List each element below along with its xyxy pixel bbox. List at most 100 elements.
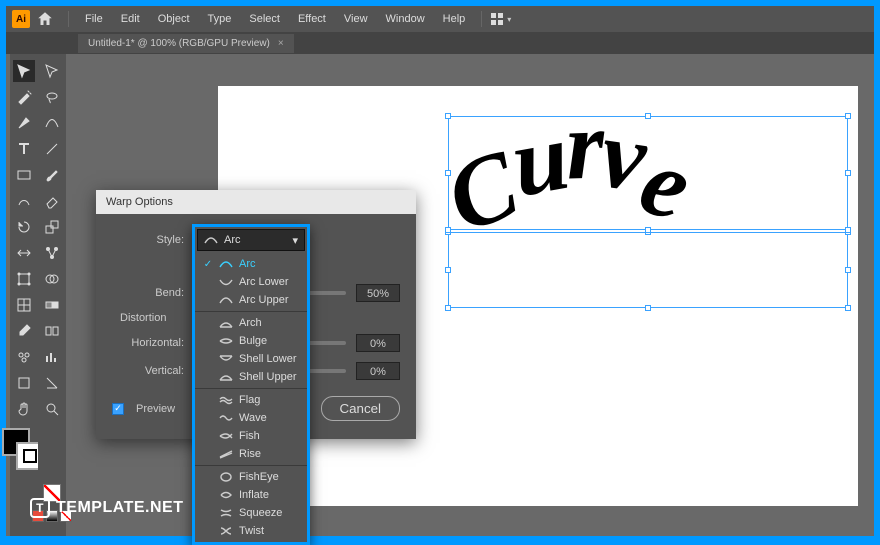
menu-edit[interactable]: Edit (113, 9, 148, 29)
style-option-label: Arch (239, 317, 262, 329)
style-option-arc[interactable]: ✓Arc (195, 255, 307, 273)
free-transform-tool[interactable] (13, 268, 35, 290)
warp-shape-icon (219, 489, 233, 501)
graph-tool[interactable] (41, 346, 63, 368)
style-option-arch[interactable]: Arch (195, 314, 307, 332)
style-option-label: Shell Upper (239, 371, 296, 383)
style-option-arc-lower[interactable]: Arc Lower (195, 273, 307, 291)
bend-value[interactable]: 50% (356, 284, 400, 302)
selection-tool[interactable] (13, 60, 35, 82)
warp-envelope-bounds[interactable] (448, 116, 848, 230)
type-tool[interactable] (13, 138, 35, 160)
style-option-fish[interactable]: Fish (195, 427, 307, 445)
horizontal-label: Horizontal: (112, 337, 184, 349)
rectangle-tool[interactable] (13, 164, 35, 186)
warp-shape-icon (219, 412, 233, 424)
style-option-label: Bulge (239, 335, 267, 347)
warp-shape-icon (219, 471, 233, 483)
bend-label: Bend: (112, 287, 184, 299)
style-option-shell-upper[interactable]: Shell Upper (195, 368, 307, 386)
style-option-label: Flag (239, 394, 260, 406)
curvature-tool[interactable] (41, 112, 63, 134)
warp-shape-icon (219, 276, 233, 288)
hand-tool[interactable] (13, 398, 35, 420)
tool-column-a (10, 54, 38, 536)
style-option-inflate[interactable]: Inflate (195, 486, 307, 504)
pen-tool[interactable] (13, 112, 35, 134)
style-option-twist[interactable]: Twist (195, 522, 307, 540)
menubar: Ai File Edit Object Type Select Effect V… (6, 6, 874, 32)
warp-shape-icon (219, 525, 233, 537)
cancel-button[interactable]: Cancel (321, 396, 401, 421)
selection-bounds[interactable] (448, 232, 848, 308)
shape-builder-tool[interactable] (41, 268, 63, 290)
warp-shape-icon (219, 507, 233, 519)
style-option-shell-lower[interactable]: Shell Lower (195, 350, 307, 368)
menu-type[interactable]: Type (200, 9, 240, 29)
brush-tool[interactable] (41, 164, 63, 186)
style-option-wave[interactable]: Wave (195, 409, 307, 427)
menu-select[interactable]: Select (241, 9, 288, 29)
home-icon[interactable] (36, 10, 54, 28)
style-option-label: Arc Upper (239, 294, 289, 306)
watermark: T TEMPLATE.NET (30, 498, 183, 518)
menu-help[interactable]: Help (435, 9, 474, 29)
watermark-text: TEMPLATE.NET (56, 499, 183, 517)
warp-shape-icon (219, 317, 233, 329)
menu-window[interactable]: Window (378, 9, 433, 29)
line-tool[interactable] (41, 138, 63, 160)
width-tool[interactable] (13, 242, 35, 264)
warp-shape-icon (219, 371, 233, 383)
mesh-tool[interactable] (13, 294, 35, 316)
artboard-tool[interactable] (13, 372, 35, 394)
dropdown-separator (195, 311, 307, 312)
menu-effect[interactable]: Effect (290, 9, 334, 29)
puppet-tool[interactable] (41, 242, 63, 264)
style-option-label: Arc Lower (239, 276, 289, 288)
style-option-label: Inflate (239, 489, 269, 501)
style-option-flag[interactable]: Flag (195, 391, 307, 409)
style-option-fisheye[interactable]: FishEye (195, 468, 307, 486)
slice-tool[interactable] (41, 372, 63, 394)
document-tab[interactable]: Untitled-1* @ 100% (RGB/GPU Preview) × (78, 34, 294, 53)
warp-shape-icon (219, 294, 233, 306)
tool-column-b (38, 54, 66, 536)
style-dropdown-list: Arc ▾ ✓Arc Arc Lower Arc Upper Arch Bulge She… (192, 224, 310, 545)
style-option-label: Wave (239, 412, 267, 424)
style-option-label: Twist (239, 525, 264, 537)
arc-icon (204, 235, 218, 245)
eyedropper-tool[interactable] (13, 320, 35, 342)
preview-label: Preview (136, 403, 175, 415)
layout-grid-icon[interactable]: ▾ (490, 12, 511, 26)
style-option-arc-upper[interactable]: Arc Upper (195, 291, 307, 309)
close-icon[interactable]: × (278, 38, 284, 49)
shaper-tool[interactable] (13, 190, 35, 212)
wand-tool[interactable] (13, 86, 35, 108)
template-logomark: T (30, 498, 50, 518)
menu-view[interactable]: View (336, 9, 376, 29)
gradient-tool[interactable] (41, 294, 63, 316)
vertical-value[interactable]: 0% (356, 362, 400, 380)
horizontal-value[interactable]: 0% (356, 334, 400, 352)
style-option-label: Shell Lower (239, 353, 296, 365)
scale-tool[interactable] (41, 216, 63, 238)
style-option-label: Rise (239, 448, 261, 460)
style-option-label: FishEye (239, 471, 279, 483)
style-dropdown-head[interactable]: Arc ▾ (197, 229, 305, 251)
rotate-tool[interactable] (13, 216, 35, 238)
preview-checkbox[interactable]: ✓ (112, 403, 124, 415)
vertical-label: Vertical: (112, 365, 184, 377)
dropdown-separator (195, 465, 307, 466)
blend-tool[interactable] (41, 320, 63, 342)
zoom-tool[interactable] (41, 398, 63, 420)
menu-file[interactable]: File (77, 9, 111, 29)
menu-object[interactable]: Object (150, 9, 198, 29)
style-option-label: Arc (239, 258, 256, 270)
symbol-tool[interactable] (13, 346, 35, 368)
eraser-tool[interactable] (41, 190, 63, 212)
style-option-squeeze[interactable]: Squeeze (195, 504, 307, 522)
style-option-bulge[interactable]: Bulge (195, 332, 307, 350)
lasso-tool[interactable] (41, 86, 63, 108)
direct-selection-tool[interactable] (41, 60, 63, 82)
style-option-rise[interactable]: Rise (195, 445, 307, 463)
